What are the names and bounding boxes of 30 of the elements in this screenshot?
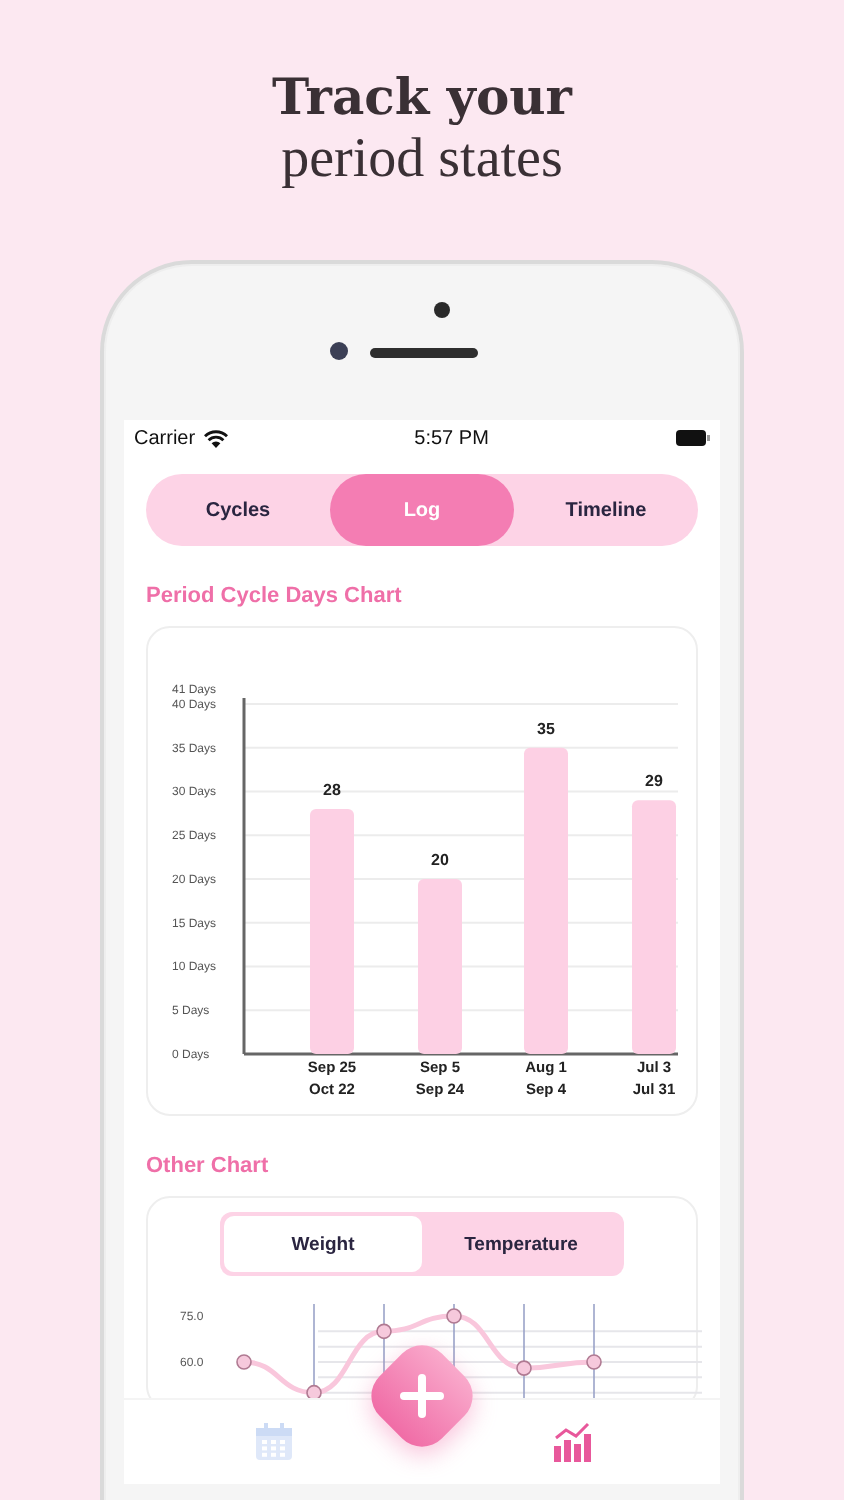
data-point	[446, 1308, 462, 1324]
plus-icon	[400, 1374, 444, 1418]
section-heading: Other Chart	[146, 1154, 271, 1178]
segment[interactable]: Temperature	[422, 1216, 620, 1272]
data-point	[376, 1323, 392, 1340]
bar-value: 29	[645, 772, 663, 791]
segment[interactable]: Weight	[224, 1216, 422, 1272]
front-camera-icon	[330, 342, 348, 360]
bar-value: 35	[537, 719, 555, 738]
tab[interactable]: Timeline	[514, 474, 698, 546]
nav-button[interactable]	[549, 1420, 593, 1464]
bar-value: 28	[323, 780, 341, 799]
carrier-label: Carrier	[134, 427, 196, 449]
nav-button[interactable]	[251, 1420, 295, 1464]
bar-chart-icon	[549, 1420, 593, 1464]
data-point	[516, 1360, 532, 1376]
headline: Track your	[272, 68, 572, 128]
data-point	[236, 1354, 252, 1370]
status-time: 5:57 PM	[414, 427, 489, 449]
data-point	[306, 1384, 322, 1398]
camera-icon	[434, 302, 450, 318]
subheadline: period states	[281, 128, 563, 192]
speaker-icon	[370, 348, 478, 358]
tab[interactable]: Cycles	[146, 474, 330, 546]
calendar-icon	[251, 1420, 295, 1464]
bar-value: 20	[431, 851, 449, 869]
battery-icon	[676, 430, 710, 446]
wifi-icon	[203, 429, 228, 447]
section-heading: Period Cycle Days Chart	[146, 584, 404, 608]
data-point	[586, 1354, 602, 1370]
